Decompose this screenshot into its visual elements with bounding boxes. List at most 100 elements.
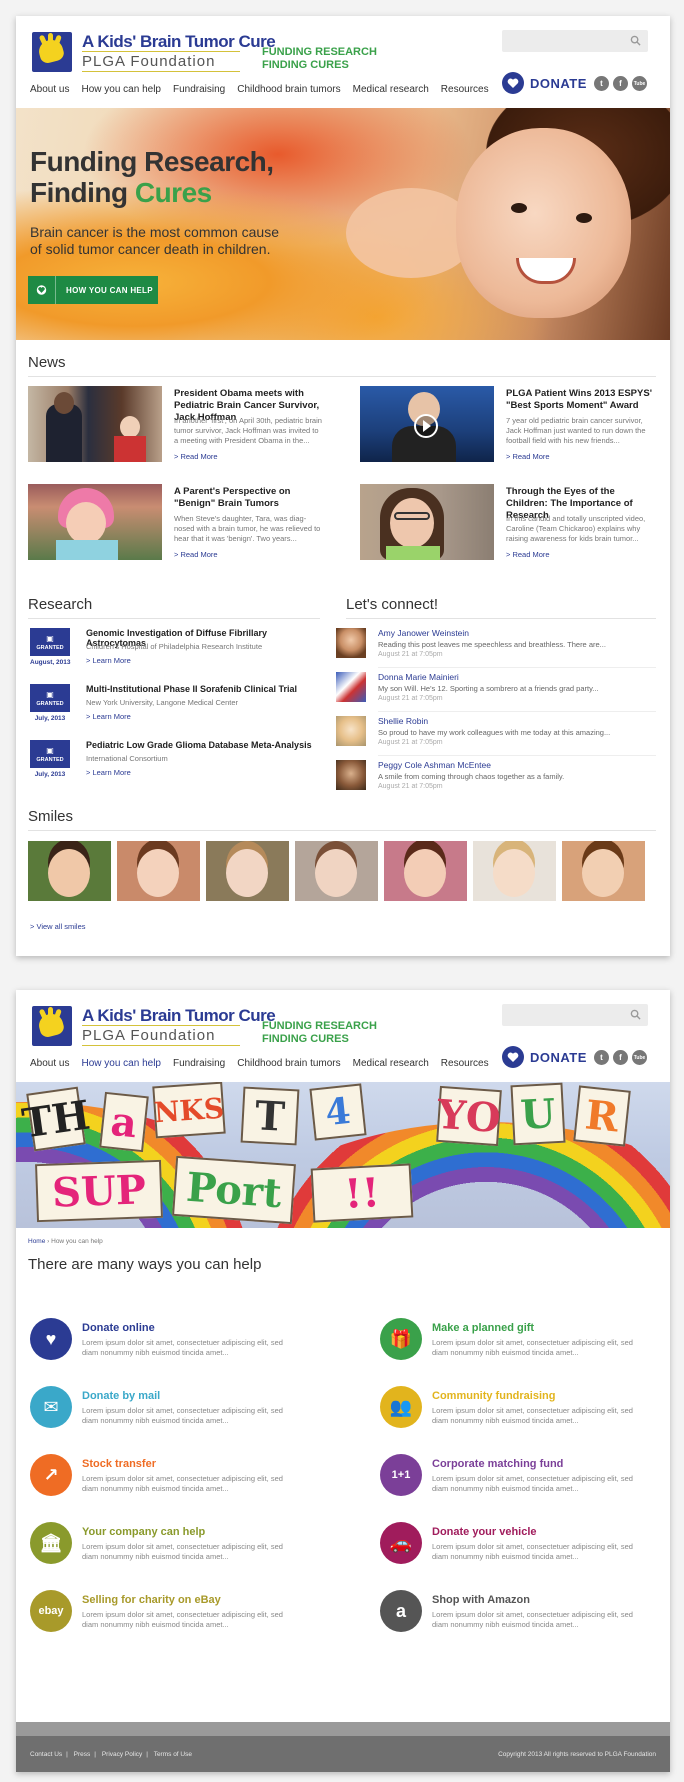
logo-title[interactable]: A Kids' Brain Tumor Cure — [82, 32, 276, 52]
learn-more-link[interactable]: > Learn More — [86, 712, 131, 721]
twitter-icon[interactable]: t — [594, 1050, 609, 1065]
smile-photo[interactable] — [384, 841, 467, 901]
post-author[interactable]: Shellie Robin — [378, 716, 428, 726]
news-thumbnail[interactable] — [28, 484, 162, 560]
donate-button[interactable]: DONATE — [502, 72, 587, 94]
nav-item-resources[interactable]: Resources — [441, 1058, 489, 1069]
footer-link-contact[interactable]: Contact Us — [30, 1751, 62, 1758]
youtube-icon[interactable]: Tube — [632, 1050, 647, 1065]
smile-photo[interactable] — [117, 841, 200, 901]
building-icon[interactable]: 🏛 — [30, 1522, 72, 1564]
nav-item-fundraising[interactable]: Fundraising — [173, 1058, 225, 1069]
facebook-icon[interactable]: f — [613, 76, 628, 91]
way-title[interactable]: Community fundraising — [432, 1390, 555, 1402]
read-more-link[interactable]: > Read More — [174, 452, 218, 461]
smile-photo[interactable] — [28, 841, 111, 901]
news-video-thumbnail[interactable] — [360, 484, 494, 560]
way-title[interactable]: Donate online — [82, 1322, 155, 1334]
way-to-help-item[interactable]: 1+1 Corporate matching fund Lorem ipsum do… — [380, 1454, 670, 1506]
nav-item-how-you-can-help[interactable]: How you can help — [81, 84, 161, 95]
news-item[interactable]: PLGA Patient Wins 2013 ESPYS' "Best Spor… — [360, 386, 656, 466]
post-author[interactable]: Donna Marie Mainieri — [378, 672, 459, 682]
nav-item-childhood-brain-tumors[interactable]: Childhood brain tumors — [237, 84, 340, 95]
avatar[interactable] — [336, 716, 366, 746]
research-title-text[interactable]: Multi-Institutional Phase II Sorafenib C… — [86, 684, 326, 694]
research-item[interactable]: ▣ GRANTED August, 2013 Genomic Investigat… — [30, 628, 320, 676]
breadcrumb-home[interactable]: Home — [28, 1238, 45, 1245]
read-more-link[interactable]: > Read More — [174, 550, 218, 559]
way-to-help-item[interactable]: ✉ Donate by mail Lorem ipsum dolor sit ame… — [30, 1386, 330, 1438]
avatar[interactable] — [336, 760, 366, 790]
way-title[interactable]: Stock transfer — [82, 1458, 156, 1470]
nav-item-how-you-can-help[interactable]: How you can help — [81, 1058, 161, 1069]
car-icon[interactable]: 🚗 — [380, 1522, 422, 1564]
smile-photo[interactable] — [473, 841, 556, 901]
search-icon[interactable] — [630, 1009, 641, 1020]
footer-link-privacy[interactable]: Privacy Policy — [102, 1751, 142, 1758]
social-post[interactable]: Donna Marie Mainieri My son Will. He's 1… — [336, 672, 656, 710]
research-item[interactable]: ▣ GRANTED July, 2013 Pediatric Low Grade … — [30, 740, 320, 788]
facebook-icon[interactable]: f — [613, 1050, 628, 1065]
logo-title[interactable]: A Kids' Brain Tumor Cure — [82, 1006, 276, 1026]
logo-subtitle[interactable]: PLGA Foundation — [82, 1027, 215, 1044]
amazon-icon[interactable]: a — [380, 1590, 422, 1632]
hand-logo-icon[interactable] — [32, 32, 72, 72]
way-to-help-item[interactable]: 🎁 Make a planned gift Lorem ipsum dolor si… — [380, 1318, 670, 1370]
one-plus-one-icon[interactable]: 1+1 — [380, 1454, 422, 1496]
avatar[interactable] — [336, 672, 366, 702]
way-to-help-item[interactable]: a Shop with Amazon Lorem ipsum dolor sit a… — [380, 1590, 670, 1642]
nav-item-resources[interactable]: Resources — [441, 84, 489, 95]
research-item[interactable]: ▣ GRANTED July, 2013 Multi-Institutional … — [30, 684, 320, 732]
donate-button[interactable]: DONATE — [502, 1046, 587, 1068]
heart-icon[interactable]: ♥ — [30, 1318, 72, 1360]
read-more-link[interactable]: > Read More — [506, 550, 550, 559]
search-input[interactable] — [502, 30, 648, 52]
twitter-icon[interactable]: t — [594, 76, 609, 91]
avatar[interactable] — [336, 628, 366, 658]
way-title[interactable]: Selling for charity on eBay — [82, 1594, 221, 1606]
nav-item-about[interactable]: About us — [30, 1058, 69, 1069]
footer-link-terms[interactable]: Terms of Use — [154, 1751, 192, 1758]
news-video-thumbnail[interactable] — [360, 386, 494, 462]
post-author[interactable]: Peggy Cole Ashman McEntee — [378, 760, 491, 770]
post-author[interactable]: Amy Janower Weinstein — [378, 628, 469, 638]
way-to-help-item[interactable]: 🏛 Your company can help Lorem ipsum dolor … — [30, 1522, 330, 1574]
way-to-help-item[interactable]: 👥 Community fundraising Lorem ipsum dolor … — [380, 1386, 670, 1438]
way-to-help-item[interactable]: ebay Selling for charity on eBay Lorem ips… — [30, 1590, 330, 1642]
way-title[interactable]: Corporate matching fund — [432, 1458, 563, 1470]
news-item[interactable]: President Obama meets with Pediatric Bra… — [28, 386, 324, 466]
way-to-help-item[interactable]: ↗ Stock transfer Lorem ipsum dolor sit ame… — [30, 1454, 330, 1506]
hand-logo-icon[interactable] — [32, 1006, 72, 1046]
learn-more-link[interactable]: > Learn More — [86, 768, 131, 777]
search-input[interactable] — [502, 1004, 648, 1026]
social-post[interactable]: Peggy Cole Ashman McEntee A smile from c… — [336, 760, 656, 798]
chart-up-icon[interactable]: ↗ — [30, 1454, 72, 1496]
way-title[interactable]: Donate your vehicle — [432, 1526, 537, 1538]
smile-photo[interactable] — [206, 841, 289, 901]
news-thumbnail[interactable] — [28, 386, 162, 462]
news-item[interactable]: A Parent's Perspective on "Benign" Brain… — [28, 484, 324, 564]
view-all-smiles-link[interactable]: > View all smiles — [30, 922, 86, 931]
way-title[interactable]: Your company can help — [82, 1526, 205, 1538]
search-icon[interactable] — [630, 35, 641, 46]
way-title[interactable]: Donate by mail — [82, 1390, 160, 1402]
learn-more-link[interactable]: > Learn More — [86, 656, 131, 665]
way-title[interactable]: Shop with Amazon — [432, 1594, 530, 1606]
news-headline[interactable]: A Parent's Perspective on "Benign" Brain… — [174, 486, 324, 510]
way-title[interactable]: Make a planned gift — [432, 1322, 534, 1334]
way-to-help-item[interactable]: 🚗 Donate your vehicle Lorem ipsum dolor si… — [380, 1522, 670, 1574]
smile-photo[interactable] — [562, 841, 645, 901]
nav-item-childhood-brain-tumors[interactable]: Childhood brain tumors — [237, 1058, 340, 1069]
logo-subtitle[interactable]: PLGA Foundation — [82, 53, 215, 70]
news-item[interactable]: Through the Eyes of the Children: The Im… — [360, 484, 656, 564]
way-to-help-item[interactable]: ♥ Donate online Lorem ipsum dolor sit amet… — [30, 1318, 330, 1370]
smile-photo[interactable] — [295, 841, 378, 901]
news-headline[interactable]: PLGA Patient Wins 2013 ESPYS' "Best Spor… — [506, 388, 656, 412]
research-title-text[interactable]: Pediatric Low Grade Glioma Database Meta… — [86, 740, 326, 750]
nav-item-medical-research[interactable]: Medical research — [353, 84, 429, 95]
social-post[interactable]: Amy Janower Weinstein Reading this post … — [336, 628, 656, 666]
read-more-link[interactable]: > Read More — [506, 452, 550, 461]
nav-item-medical-research[interactable]: Medical research — [353, 1058, 429, 1069]
ebay-icon[interactable]: ebay — [30, 1590, 72, 1632]
nav-item-about[interactable]: About us — [30, 84, 69, 95]
